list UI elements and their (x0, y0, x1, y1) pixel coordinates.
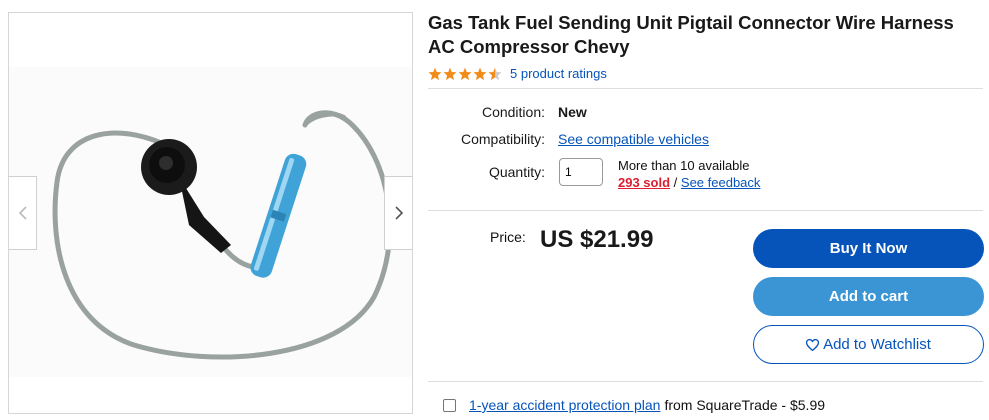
separator: / (673, 175, 678, 190)
star-icon (473, 67, 487, 80)
protection-plan-text: from SquareTrade - $5.99 (664, 397, 826, 413)
quantity-label: Quantity: (488, 164, 545, 180)
buy-it-now-button[interactable]: Buy It Now (753, 229, 984, 268)
star-icon (428, 67, 442, 80)
price-label: Price: (490, 229, 526, 245)
add-to-watchlist-button[interactable]: Add to Watchlist (753, 325, 984, 364)
protection-plan-row: 1-year accident protection plan from Squ… (443, 397, 825, 413)
availability-text: More than 10 available (618, 158, 750, 173)
availability-info: More than 10 available 293 sold / See fe… (618, 157, 760, 191)
add-to-cart-button[interactable]: Add to cart (753, 277, 984, 316)
previous-image-button[interactable] (9, 176, 37, 250)
rating-row: 5 product ratings (428, 66, 607, 81)
protection-plan-link[interactable]: 1-year accident protection plan (469, 397, 660, 413)
star-rating[interactable] (428, 67, 502, 81)
divider (428, 381, 983, 382)
product-ratings-link[interactable]: 5 product ratings (510, 66, 607, 81)
chevron-left-icon (18, 206, 27, 220)
sold-count-link[interactable]: 293 sold (618, 175, 670, 190)
image-gallery (8, 12, 413, 414)
star-icon (458, 67, 472, 80)
condition-value: New (558, 104, 587, 120)
product-title: Gas Tank Fuel Sending Unit Pigtail Conne… (428, 12, 954, 57)
star-icon (488, 67, 502, 80)
buy-label: Buy It Now (829, 240, 908, 257)
protection-plan-checkbox[interactable] (443, 398, 456, 412)
price-value: US $21.99 (540, 226, 654, 253)
divider (428, 210, 983, 211)
heart-icon (806, 338, 820, 351)
divider (428, 88, 983, 89)
product-photo[interactable] (9, 67, 412, 377)
watch-label: Add to Watchlist (823, 336, 931, 353)
see-feedback-link[interactable]: See feedback (681, 175, 761, 190)
compatible-vehicles-link[interactable]: See compatible vehicles (558, 131, 709, 147)
next-image-button[interactable] (384, 176, 412, 250)
cart-label: Add to cart (828, 288, 909, 305)
quantity-input[interactable] (559, 158, 603, 186)
condition-label: Condition: (481, 104, 545, 120)
star-icon (443, 67, 457, 80)
chevron-right-icon (394, 206, 403, 220)
compatibility-label: Compatibility: (460, 131, 545, 147)
